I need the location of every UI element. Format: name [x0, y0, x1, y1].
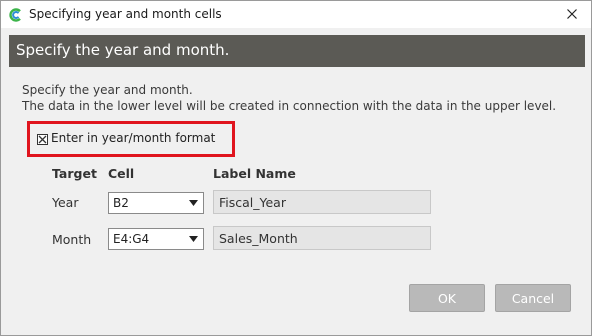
chevron-down-icon: [189, 200, 198, 206]
year-label-name-value: Fiscal_Year: [219, 195, 286, 210]
month-label-name-value: Sales_Month: [219, 231, 298, 246]
app-logo-icon: [8, 7, 22, 22]
month-label-name-field[interactable]: Sales_Month: [213, 226, 431, 250]
description-line-1: Specify the year and month.: [22, 83, 193, 97]
row-target-year: Year: [52, 195, 79, 210]
section-header: Specify the year and month.: [9, 35, 585, 67]
month-cell-select[interactable]: E4:G4: [108, 228, 204, 250]
row-target-month: Month: [52, 232, 92, 247]
description-line-2: The data in the lower level will be crea…: [22, 99, 557, 113]
column-header-target: Target: [52, 166, 97, 181]
ok-button[interactable]: OK: [409, 284, 485, 312]
window-title: Specifying year and month cells: [29, 7, 222, 21]
dialog-window: Specifying year and month cells Specify …: [0, 0, 592, 336]
section-header-text: Specify the year and month.: [16, 41, 230, 59]
cancel-button[interactable]: Cancel: [495, 284, 571, 312]
year-label-name-field[interactable]: Fiscal_Year: [213, 190, 431, 214]
close-icon: [567, 9, 577, 19]
close-button[interactable]: [559, 3, 585, 25]
year-cell-value: B2: [113, 196, 129, 210]
column-header-label-name: Label Name: [213, 166, 296, 181]
year-cell-select[interactable]: B2: [108, 192, 204, 214]
title-bar[interactable]: Specifying year and month cells: [1, 1, 591, 28]
check-mark-icon: [38, 135, 47, 144]
chevron-down-icon: [189, 236, 198, 242]
month-cell-value: E4:G4: [113, 232, 150, 246]
year-month-format-label[interactable]: Enter in year/month format: [51, 131, 215, 145]
column-header-cell: Cell: [108, 166, 135, 181]
year-month-format-checkbox[interactable]: [37, 134, 48, 145]
